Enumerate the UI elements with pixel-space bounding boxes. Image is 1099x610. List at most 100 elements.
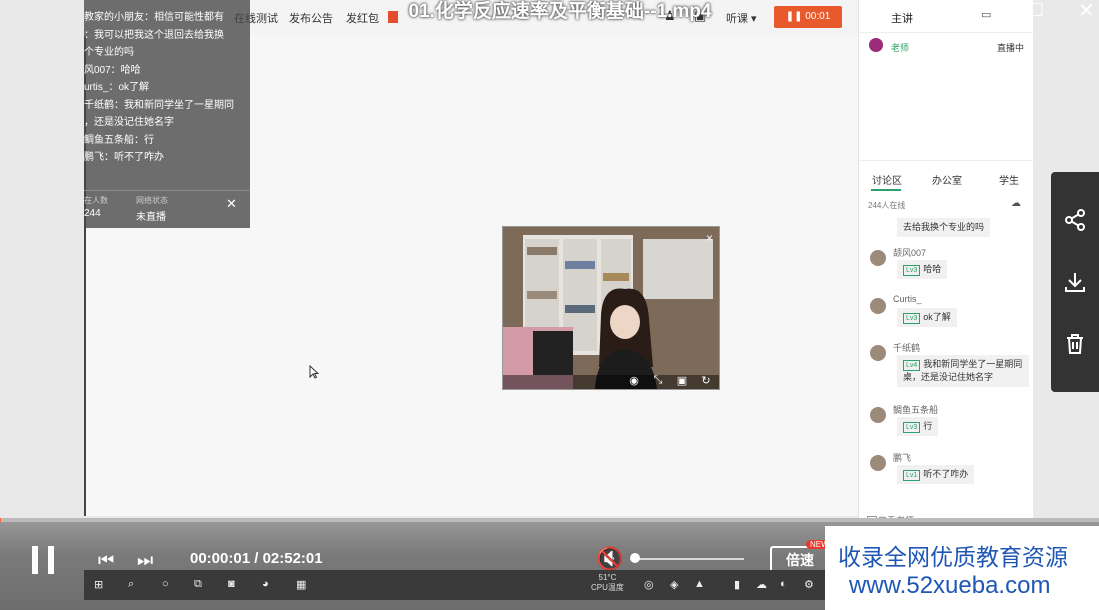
tray-icon[interactable]: ⚙ <box>804 578 814 591</box>
level-badge: Lv1 <box>903 470 921 481</box>
app-icon[interactable]: ◙ <box>228 578 235 590</box>
online-count: 244人在线 <box>868 201 906 210</box>
previous-icon[interactable]: ⏮ <box>98 550 114 571</box>
teacher-status: 直播中 <box>997 43 1025 53</box>
message-bubble: 去给我换个专业的吗 <box>897 218 991 237</box>
user-avatar <box>870 407 886 423</box>
teacher-webcam[interactable]: × ◉ ⤡ ▣ ↻ <box>502 226 720 390</box>
teacher-name: 老师 <box>891 43 910 53</box>
right-panel: 主讲 ▭ 老师 直播中 讨论区 办公室 学生 244人在线 ☁ 去给我换个专业的… <box>858 0 1033 530</box>
taskbar: ⊞ ⌕ ○ ⧉ ◙ ◕ ▦ 51°C CPU温度 ◎ ◈ ▲ ▮ ☁ ◐ ⚙ <box>84 570 826 600</box>
cpu-temp-value: 51°C <box>598 573 617 582</box>
pause-bar <box>32 546 38 574</box>
video-title: 01.化学反应速率及平衡基础--1.mp4 <box>408 1 712 22</box>
overlay-close-icon[interactable]: ✕ <box>226 196 237 212</box>
tray-icon[interactable]: ▮ <box>734 578 740 591</box>
tab-discussion[interactable]: 讨论区 <box>872 172 902 187</box>
user-avatar <box>870 345 886 361</box>
user-avatar <box>870 298 886 314</box>
tab-students[interactable]: 学生 <box>999 172 1019 187</box>
close-icon[interactable]: ✕ <box>1078 0 1098 22</box>
webcam-close-icon[interactable]: × <box>706 231 713 245</box>
volume-slider[interactable] <box>634 558 744 560</box>
tray-icon[interactable]: ◐ <box>780 578 787 590</box>
message-text: 我和新同学坐了一星期同桌，还是没记住她名字 <box>903 359 1023 382</box>
message-author: 鲷鱼五条船 <box>893 405 939 415</box>
next-icon[interactable]: ⏭ <box>137 550 153 571</box>
time-separator: / <box>250 550 263 567</box>
level-badge: Lv3 <box>903 265 921 276</box>
active-tab-indicator <box>871 189 901 191</box>
current-time: 00:00:01 <box>190 550 251 567</box>
online-count-label: 在人数 <box>84 196 108 205</box>
teacher-avatar <box>869 38 883 52</box>
chat-overlay-line: 鹏飞：听不了咋办 <box>84 152 164 163</box>
message-text: 哈哈 <box>923 264 942 274</box>
mute-icon[interactable]: 🔇 <box>596 546 623 572</box>
level-badge: Lv3 <box>903 313 921 324</box>
message-bubble: Lv3 ok了解 <box>897 308 957 327</box>
message-text: 听不了咋办 <box>923 469 969 479</box>
app-icon[interactable]: ▦ <box>296 578 306 591</box>
chat-overlay-line: 千纸鹤：我和新同学坐了一星期同 <box>84 99 234 111</box>
share-sidebar <box>1051 172 1099 392</box>
expand-icon[interactable]: ⤡ <box>651 374 665 386</box>
browser-icon[interactable]: ◕ <box>262 578 269 590</box>
start-icon[interactable]: ⊞ <box>94 578 103 591</box>
chat-overlay-line: 风007：哈哈 <box>84 64 141 76</box>
share-icon[interactable] <box>1063 208 1087 232</box>
rotate-icon[interactable]: ↻ <box>699 374 713 387</box>
progress-bar[interactable] <box>0 518 1099 522</box>
cpu-temp-label: CPU温度 <box>591 583 624 592</box>
pause-bar <box>48 546 54 574</box>
search-icon[interactable]: ⌕ <box>128 578 134 591</box>
watermark-line2: www.52xueba.com <box>849 572 1051 599</box>
cpu-temp: 51°C CPU温度 <box>591 573 624 593</box>
level-badge: Lv4 <box>903 360 921 371</box>
total-time: 02:52:01 <box>262 550 323 567</box>
online-count-value: 244 <box>84 208 101 219</box>
message-author: 鹏飞 <box>893 453 912 463</box>
pause-button[interactable] <box>30 546 56 574</box>
message-bubble: Lv3 行 <box>897 417 939 436</box>
eye-icon[interactable]: ◉ <box>627 374 641 387</box>
tray-icon[interactable]: ☁ <box>756 578 767 591</box>
chat-overlay-line: 鲷鱼五条船：行 <box>84 134 154 146</box>
time-display: 00:00:01 / 02:52:01 <box>190 550 323 567</box>
settings-icon[interactable]: ☁ <box>1011 198 1021 209</box>
level-badge: Lv3 <box>903 422 921 433</box>
message-author: 千纸鹤 <box>893 343 921 353</box>
user-avatar <box>870 250 886 266</box>
message-author: Curtis_ <box>893 294 922 304</box>
portrait-icon[interactable]: ▣ <box>675 374 689 387</box>
download-icon[interactable] <box>1063 270 1087 294</box>
divider <box>84 190 250 191</box>
mouse-cursor-icon <box>309 365 319 379</box>
tray-icon[interactable]: ◈ <box>670 578 678 591</box>
task-view-icon[interactable]: ⧉ <box>194 578 202 591</box>
user-avatar <box>870 455 886 471</box>
delete-icon[interactable] <box>1063 332 1087 356</box>
cortana-icon[interactable]: ○ <box>162 578 169 590</box>
tray-icon[interactable]: ◎ <box>644 578 654 591</box>
chat-overlay: 教家的小朋友：相信可能性都有 ：我可以把我这个退回去给我换 个专业的吗 风007：哈哈… <box>84 0 250 228</box>
message-author: 颉风007 <box>893 248 927 258</box>
webcam-frame <box>503 227 719 389</box>
message-text: ok了解 <box>923 312 951 322</box>
tab-office[interactable]: 办公室 <box>932 172 962 187</box>
volume-knob[interactable] <box>630 553 640 563</box>
message-bubble: Lv4 我和新同学坐了一星期同桌，还是没记住她名字 <box>897 355 1029 387</box>
chat-overlay-line: ，还是没记住她名字 <box>84 117 174 128</box>
monitor-icon[interactable]: ▭ <box>981 8 991 21</box>
progress-fill <box>0 518 2 522</box>
tray-icon[interactable]: ▲ <box>694 578 705 590</box>
chat-overlay-line: 教家的小朋友：相信可能性都有 <box>84 12 224 23</box>
chat-overlay-line: urtis_：ok了解 <box>84 82 150 93</box>
chat-overlay-line: ：我可以把我这个退回去给我换 <box>84 29 224 41</box>
watermark-line1: 收录全网优质教育资源 <box>838 544 1068 570</box>
message-text: 去给我换个专业的吗 <box>903 222 985 232</box>
panel-header: 主讲 ▭ <box>859 0 1033 33</box>
message-text: 行 <box>923 421 933 431</box>
divider <box>859 160 1033 161</box>
tab-main-speaker[interactable]: 主讲 <box>891 10 913 26</box>
